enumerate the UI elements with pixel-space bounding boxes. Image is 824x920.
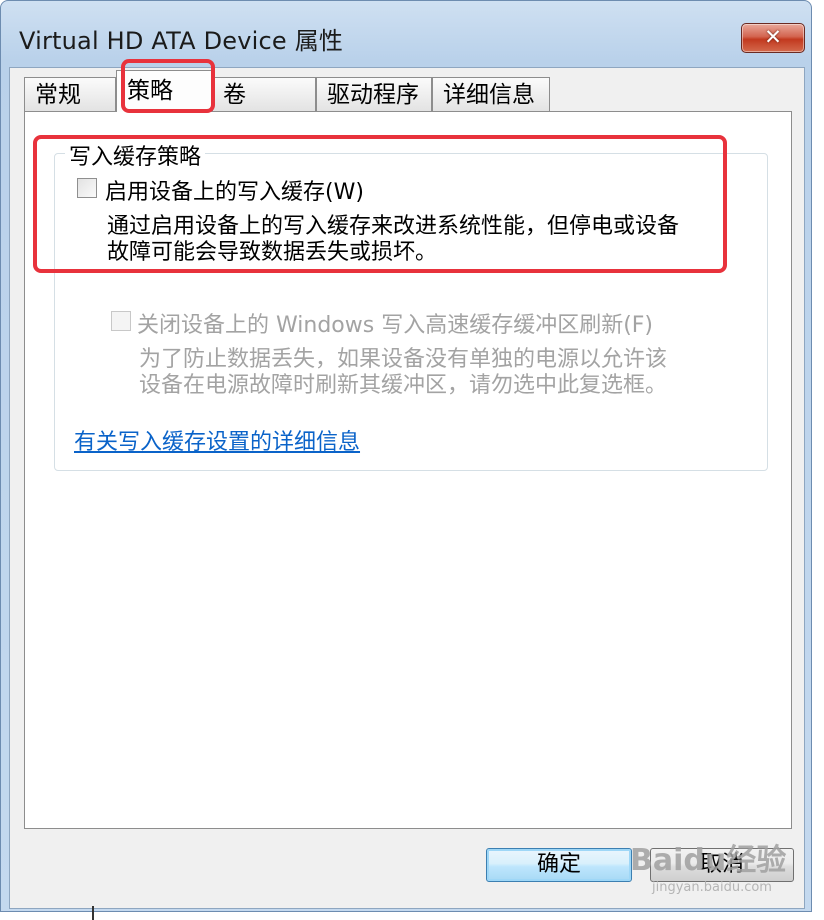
write-cache-highlight (33, 135, 727, 273)
write-cache-details-link[interactable]: 有关写入缓存设置的详细信息 (74, 424, 360, 456)
properties-window: Virtual HD ATA Device 属性 ✕ 常规 策略 卷 驱动程序 … (0, 0, 812, 912)
background-strip (0, 912, 824, 920)
window-title: Virtual HD ATA Device 属性 (19, 27, 344, 55)
turn-off-flush-label[interactable]: 关闭设备上的 Windows 写入高速缓存缓冲区刷新(F) (137, 307, 653, 339)
background-divider (92, 906, 94, 920)
baidu-watermark-url: jingyan.baidu.com (652, 880, 772, 895)
close-button[interactable]: ✕ (741, 23, 805, 53)
tab-general[interactable]: 常规 (24, 77, 116, 111)
title-bar[interactable]: Virtual HD ATA Device 属性 ✕ (1, 1, 811, 67)
baidu-watermark: Baidu经验 (630, 843, 787, 878)
turn-off-flush-description-2: 设备在电源故障时刷新其缓冲区，请勿选中此复选框。 (139, 373, 668, 398)
close-icon: ✕ (764, 25, 782, 49)
policies-tab-highlight (121, 59, 215, 113)
tab-volumes[interactable]: 卷 (212, 77, 316, 111)
tab-driver[interactable]: 驱动程序 (316, 77, 432, 111)
ok-button[interactable]: 确定 (486, 848, 632, 882)
tab-details[interactable]: 详细信息 (432, 77, 550, 111)
turn-off-flush-checkbox[interactable] (111, 311, 131, 331)
